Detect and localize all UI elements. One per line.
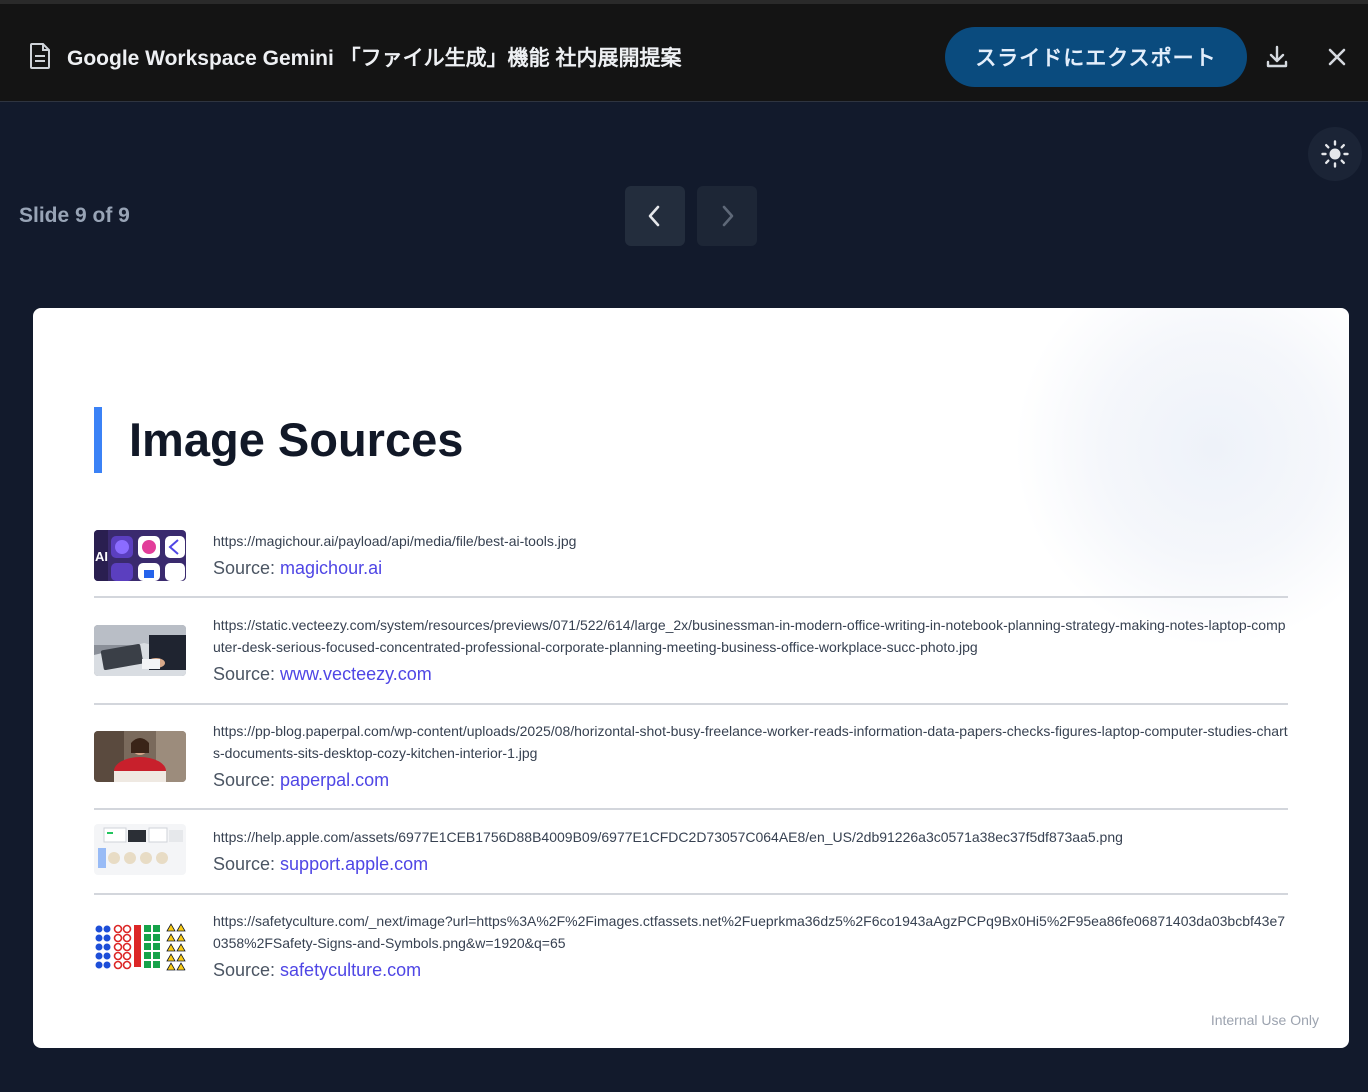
footer-note: Internal Use Only <box>1210 1012 1319 1028</box>
source-link-apple[interactable]: support.apple.com <box>280 854 428 874</box>
source-url: https://safetyculture.com/_next/image?ur… <box>213 913 1286 951</box>
download-icon[interactable] <box>1262 42 1292 72</box>
source-url: https://help.apple.com/assets/6977E1CEB1… <box>213 829 1123 845</box>
divider <box>94 808 1288 810</box>
document-title: Google Workspace Gemini 「ファイル生成」機能 社内展開提… <box>67 47 682 70</box>
source-url: https://magichour.ai/payload/api/media/f… <box>213 533 577 549</box>
source-prefix: Source: <box>213 960 281 980</box>
source-url: https://pp-blog.paperpal.com/wp-content/… <box>213 723 1288 761</box>
thumbnail-ai-tools: AI <box>94 530 186 581</box>
source-prefix: Source: <box>213 664 281 684</box>
chevron-left-icon <box>648 205 660 227</box>
theme-toggle-button[interactable] <box>1308 127 1362 181</box>
source-line: Source: www.vecteezy.com <box>213 664 432 685</box>
previous-slide-button[interactable] <box>625 186 685 246</box>
sun-icon <box>1321 140 1349 168</box>
thumbnail-freelance-worker <box>94 731 186 782</box>
slide-canvas: Image Sources AI https://magichour.ai/pa… <box>33 308 1349 1048</box>
thumbnail-safety-signs <box>94 921 186 972</box>
divider <box>94 596 1288 598</box>
source-line: Source: safetyculture.com <box>213 960 421 981</box>
next-slide-button[interactable] <box>697 186 757 246</box>
source-link-safetyculture[interactable]: safetyculture.com <box>280 960 421 980</box>
chevron-right-icon <box>722 205 734 227</box>
source-prefix: Source: <box>213 854 281 874</box>
source-line: Source: support.apple.com <box>213 854 428 875</box>
document-icon <box>30 43 50 69</box>
source-prefix: Source: <box>213 770 281 790</box>
source-prefix: Source: <box>213 558 281 578</box>
thumbnail-businessman <box>94 625 186 676</box>
top-bar: Google Workspace Gemini 「ファイル生成」機能 社内展開提… <box>0 0 1368 102</box>
divider <box>94 703 1288 705</box>
slide-title: Image Sources <box>129 413 464 466</box>
slide-counter: Slide 9 of 9 <box>19 204 130 227</box>
source-url: https://static.vecteezy.com/system/resou… <box>213 617 1286 655</box>
source-link-magichour[interactable]: magichour.ai <box>280 558 382 578</box>
source-link-vecteezy[interactable]: www.vecteezy.com <box>280 664 432 684</box>
export-to-slides-button[interactable]: スライドにエクスポート <box>945 27 1247 87</box>
source-link-paperpal[interactable]: paperpal.com <box>280 770 389 790</box>
source-line: Source: magichour.ai <box>213 558 382 579</box>
svg-text:AI: AI <box>95 549 108 564</box>
source-line: Source: paperpal.com <box>213 770 389 791</box>
close-icon[interactable] <box>1322 42 1352 72</box>
title-accent-bar <box>94 407 102 473</box>
divider <box>94 893 1288 895</box>
thumbnail-apple-help <box>94 824 186 875</box>
